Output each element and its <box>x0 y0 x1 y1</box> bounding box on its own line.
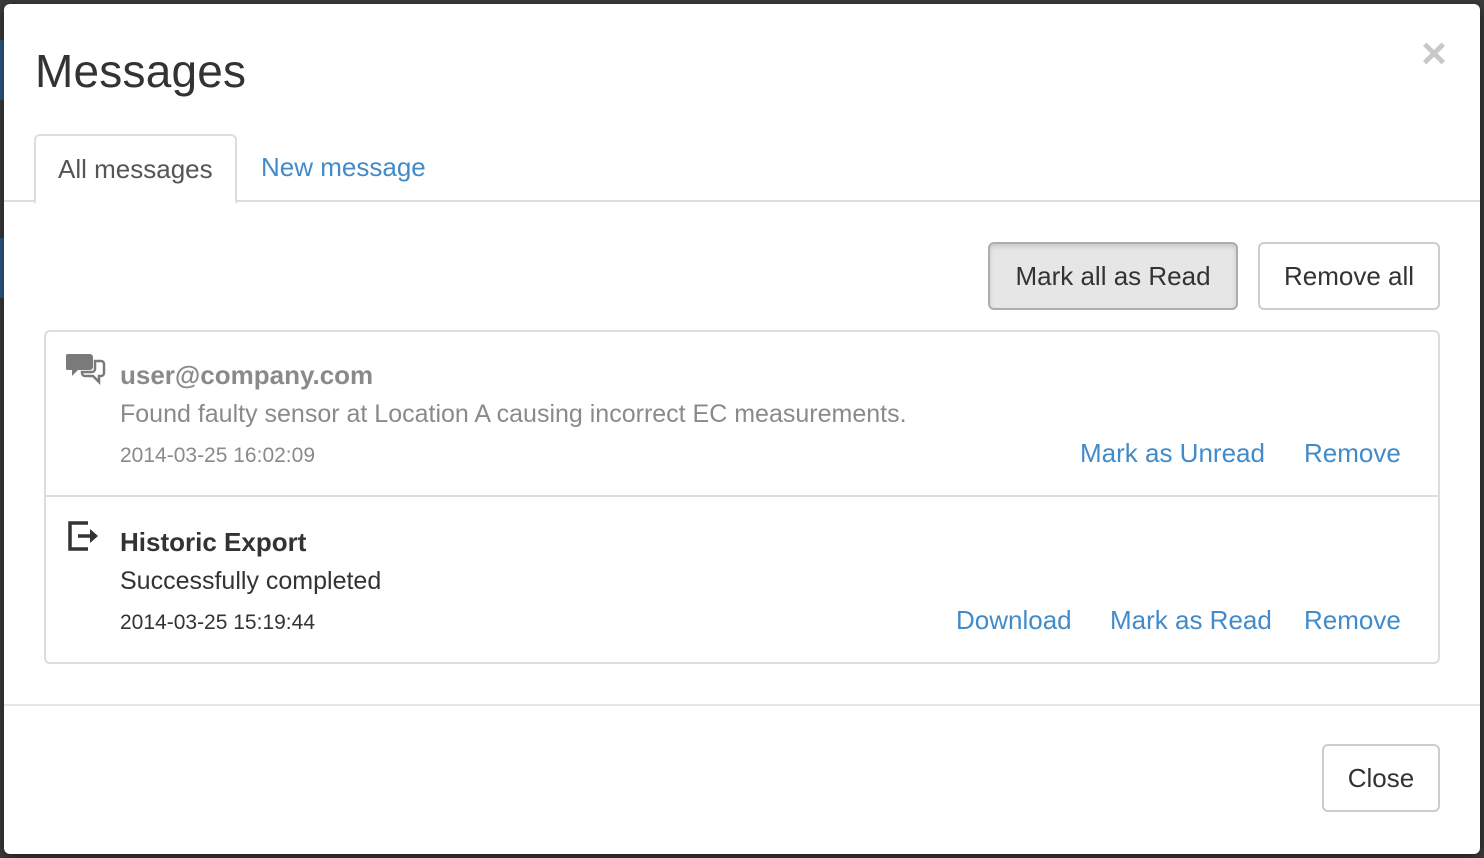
message-body: Successfully completed <box>120 567 382 595</box>
remove-all-button[interactable]: Remove all <box>1258 242 1440 310</box>
message-list: user@company.com Found faulty sensor at … <box>44 330 1440 664</box>
mark-all-read-button[interactable]: Mark all as Read <box>988 242 1238 310</box>
message-timestamp: 2014-03-25 16:02:09 <box>120 444 315 467</box>
tab-all-messages[interactable]: All messages <box>34 134 237 204</box>
export-icon <box>66 519 106 555</box>
message-item: user@company.com Found faulty sensor at … <box>46 332 1438 497</box>
messages-modal: Messages × All messages New message Mark… <box>4 4 1480 854</box>
remove-link[interactable]: Remove <box>1304 605 1401 636</box>
tab-bar: All messages New message <box>4 134 1480 204</box>
modal-title: Messages <box>35 45 247 97</box>
footer-divider <box>4 704 1480 706</box>
message-body: Found faulty sensor at Location A causin… <box>120 400 907 428</box>
download-link[interactable]: Download <box>956 605 1072 636</box>
mark-as-read-link[interactable]: Mark as Read <box>1110 605 1272 636</box>
message-timestamp: 2014-03-25 15:19:44 <box>120 611 315 634</box>
mark-as-unread-link[interactable]: Mark as Unread <box>1080 438 1265 469</box>
close-icon[interactable]: × <box>1414 32 1454 76</box>
message-title: Historic Export <box>120 527 307 557</box>
close-button[interactable]: Close <box>1322 744 1440 812</box>
message-sender: user@company.com <box>120 360 374 390</box>
tab-new-message[interactable]: New message <box>239 134 448 202</box>
chat-bubbles-icon <box>65 352 106 388</box>
remove-link[interactable]: Remove <box>1304 438 1401 469</box>
message-item: Historic Export Successfully completed 2… <box>46 499 1438 664</box>
